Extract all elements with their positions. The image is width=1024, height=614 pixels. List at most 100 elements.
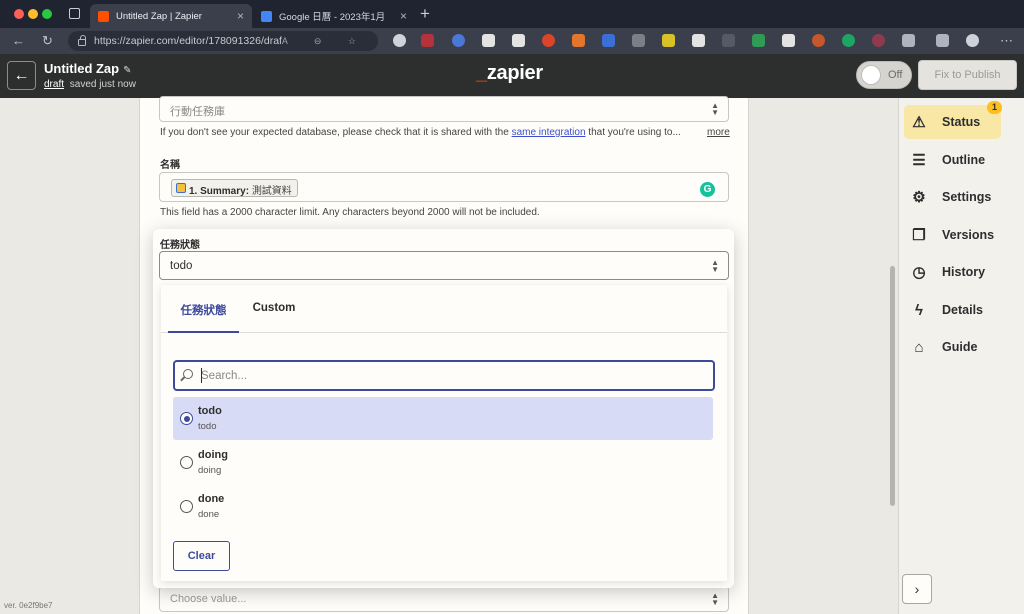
name-help-text: This field has a 2000 character limit. A…: [160, 207, 540, 218]
minimize-window-button[interactable]: [28, 9, 38, 19]
url-action-icons[interactable]: A ⊖ ☆: [282, 36, 368, 47]
sidebar-item-label: Outline: [942, 153, 986, 167]
option-label: todo: [198, 405, 222, 417]
arrow-left-icon: ←: [13, 66, 30, 84]
name-field-label: 名稱: [160, 160, 180, 171]
extension-icon[interactable]: [512, 34, 525, 47]
clock-icon: ◷: [912, 264, 926, 281]
browser-tab-zapier[interactable]: Untitled Zap | Zapier ×: [90, 4, 252, 28]
grammarly-icon[interactable]: G: [700, 182, 715, 197]
extension-icon[interactable]: [662, 34, 675, 47]
list-icon: ☰: [912, 152, 926, 169]
option-label: done: [198, 493, 225, 505]
sidebar-item-details[interactable]: ϟ Details: [904, 293, 1001, 327]
browser-tab-bar: Untitled Zap | Zapier × Google 日曆 - 2023…: [0, 0, 1024, 28]
sidebar-item-versions[interactable]: ❐ Versions: [904, 218, 1001, 252]
close-tab-icon[interactable]: ×: [237, 9, 244, 23]
browser-tab-calendar[interactable]: Google 日曆 - 2023年1月 ×: [253, 4, 415, 28]
option-doing[interactable]: doing doing: [173, 441, 713, 484]
close-window-button[interactable]: [14, 9, 24, 19]
extension-icon[interactable]: [752, 34, 765, 47]
zap-title[interactable]: Untitled Zap ✎: [44, 61, 132, 76]
save-status: draft saved just now: [44, 79, 136, 90]
clear-button[interactable]: Clear: [173, 541, 230, 571]
browser-address-bar: ← ↻ https://zapier.com/editor/178091326/…: [0, 28, 1024, 54]
close-tab-icon[interactable]: ×: [400, 9, 407, 23]
sidebar-item-status[interactable]: ⚠ Status: [904, 105, 1001, 139]
back-arrow-icon[interactable]: ←: [12, 32, 25, 50]
sidebar-item-label: Status: [942, 115, 981, 129]
search-input[interactable]: [201, 368, 701, 384]
bottom-value-select[interactable]: Choose value... ▲ ▼: [159, 586, 729, 612]
shield-icon[interactable]: [936, 34, 949, 47]
extension-icon[interactable]: [602, 34, 615, 47]
status-select-value: todo: [170, 260, 193, 272]
extension-icon[interactable]: [782, 34, 795, 47]
same-integration-link[interactable]: same integration: [512, 127, 586, 138]
search-field[interactable]: [173, 360, 715, 391]
versions-icon: ❐: [912, 227, 926, 244]
option-done[interactable]: done done: [173, 485, 713, 528]
profile-avatar[interactable]: [966, 34, 979, 47]
option-label: doing: [198, 449, 228, 461]
expand-sidebar-button[interactable]: ›: [902, 574, 932, 604]
extensions-puzzle-icon[interactable]: [902, 34, 915, 47]
draft-link[interactable]: draft: [44, 79, 64, 90]
gear-icon: ⚙: [912, 189, 926, 206]
warning-icon: ⚠: [912, 114, 926, 131]
reload-icon[interactable]: ↻: [42, 32, 53, 50]
sidebar-item-outline[interactable]: ☰ Outline: [904, 143, 1001, 177]
extension-icon[interactable]: [452, 34, 465, 47]
zap-title-text: Untitled Zap: [44, 61, 120, 76]
sidebar-item-settings[interactable]: ⚙ Settings: [904, 180, 1001, 214]
browser-menu-icon[interactable]: ⋯: [1000, 32, 1013, 50]
tab-overview-icon[interactable]: [69, 8, 80, 19]
extension-icon[interactable]: [542, 34, 555, 47]
tab-custom[interactable]: Custom: [245, 285, 303, 333]
fix-to-publish-button[interactable]: Fix to Publish: [918, 60, 1017, 90]
extension-icon[interactable]: [722, 34, 735, 47]
extension-icon[interactable]: [421, 34, 434, 47]
database-help-text: If you don't see your expected database,…: [160, 127, 681, 138]
pencil-icon[interactable]: ✎: [123, 65, 131, 76]
updown-chevron-icon: ▲ ▼: [711, 101, 719, 117]
zapier-logo-text: zapier: [486, 62, 543, 84]
url-field[interactable]: https://zapier.com/editor/178091326/draf…: [68, 31, 378, 51]
pill-step-label: 1. Summary:: [189, 186, 250, 197]
option-value: todo: [198, 421, 217, 432]
extension-icon[interactable]: [812, 34, 825, 47]
name-field[interactable]: 1. Summary: 測試資料 G: [159, 172, 729, 202]
more-link[interactable]: more: [707, 127, 730, 138]
database-help-tail: that you're using to...: [588, 127, 681, 138]
extension-icon[interactable]: [692, 34, 705, 47]
zap-on-off-toggle[interactable]: Off: [856, 61, 912, 89]
sidebar-item-guide[interactable]: ⌂ Guide: [904, 330, 1001, 364]
extension-icon[interactable]: [842, 34, 855, 47]
sidebar-item-history[interactable]: ◷ History: [904, 255, 1001, 289]
tab-field-values[interactable]: 任務狀態: [168, 285, 239, 333]
new-tab-icon[interactable]: +: [420, 5, 430, 22]
status-count-badge: 1: [987, 101, 1002, 114]
zapier-favicon-icon: [98, 10, 109, 22]
lock-icon: [78, 35, 86, 46]
status-select[interactable]: todo ▲ ▼: [159, 251, 729, 280]
sidebar-item-label: Details: [942, 303, 983, 317]
updown-chevron-icon: ▲ ▼: [711, 258, 719, 274]
maximize-window-button[interactable]: [42, 9, 52, 19]
database-select[interactable]: 行動任務庫 ▲ ▼: [159, 96, 729, 122]
status-options-menu: 任務狀態 Custom todo todo doing doing done d…: [161, 285, 727, 581]
graduation-cap-icon: ⌂: [914, 338, 924, 356]
extension-icon[interactable]: [572, 34, 585, 47]
panel-scrollbar[interactable]: [890, 266, 895, 506]
extension-icon[interactable]: [482, 34, 495, 47]
extension-icon[interactable]: [632, 34, 645, 47]
extension-icon[interactable]: [872, 34, 885, 47]
right-sidebar: ⚠ Status ☰ Outline ⚙ Settings ❐ Versions…: [898, 98, 1024, 614]
toggle-label: Off: [888, 69, 903, 81]
option-todo[interactable]: todo todo: [173, 397, 713, 440]
mapped-field-pill[interactable]: 1. Summary: 測試資料: [171, 179, 298, 197]
save-status-text: saved just now: [69, 79, 136, 90]
back-button[interactable]: ←: [7, 61, 36, 90]
menu-tabs: 任務狀態 Custom: [161, 285, 727, 333]
extension-icon[interactable]: [393, 34, 406, 47]
